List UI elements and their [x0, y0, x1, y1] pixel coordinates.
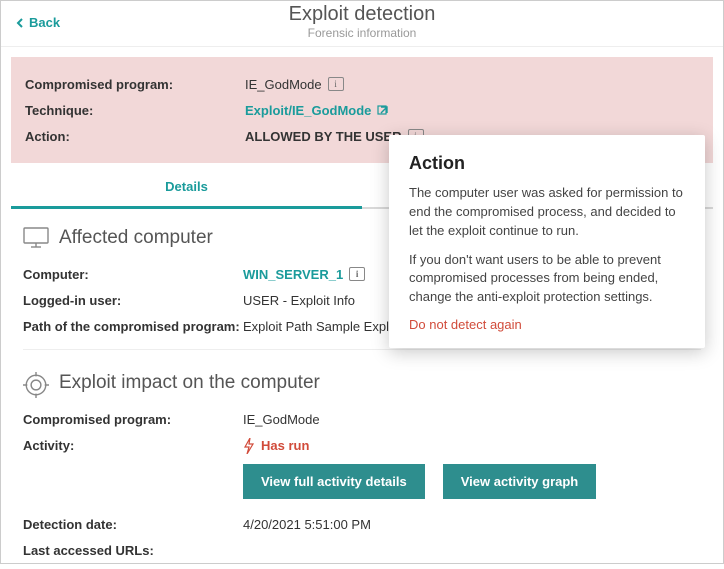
summary-action-value: ALLOWED BY THE USER — [245, 129, 402, 144]
impact-activity-value: Has run — [261, 438, 309, 453]
user-value: USER - Exploit Info — [243, 293, 355, 308]
detection-date-label: Detection date: — [23, 517, 243, 532]
summary-action-label: Action: — [25, 129, 245, 144]
tab-details[interactable]: Details — [11, 167, 362, 209]
impact-activity-label: Activity: — [23, 438, 243, 453]
section-title-affected: Affected computer — [59, 227, 213, 249]
page-header: Back Exploit detection Forensic informat… — [1, 1, 723, 47]
section-exploit-impact: Exploit impact on the computer Compromis… — [1, 354, 723, 569]
info-icon[interactable]: i — [349, 267, 365, 281]
summary-technique-link[interactable]: Exploit/IE_GodMode — [245, 103, 391, 118]
popover-title: Action — [409, 153, 685, 174]
info-icon[interactable]: i — [328, 77, 344, 91]
last-urls-label: Last accessed URLs: — [23, 543, 243, 558]
computer-link[interactable]: WIN_SERVER_1 i — [243, 267, 365, 282]
popover-paragraph-1: The computer user was asked for permissi… — [409, 184, 685, 241]
summary-technique-value: Exploit/IE_GodMode — [245, 103, 371, 118]
monitor-icon — [23, 227, 49, 249]
summary-compromised-value: IE_GodMode — [245, 77, 322, 92]
summary-compromised-label: Compromised program: — [25, 77, 245, 92]
back-button[interactable]: Back — [15, 15, 60, 30]
computer-value: WIN_SERVER_1 — [243, 267, 343, 282]
summary-technique-label: Technique: — [25, 103, 245, 118]
view-full-activity-button[interactable]: View full activity details — [243, 464, 425, 499]
action-popover: Action The computer user was asked for p… — [389, 135, 705, 348]
lightning-icon — [243, 438, 255, 452]
path-label: Path of the compromised program: — [23, 319, 243, 334]
external-link-icon — [377, 103, 391, 117]
computer-label: Computer: — [23, 267, 243, 282]
impact-compromised-value: IE_GodMode — [243, 412, 320, 427]
back-label: Back — [29, 15, 60, 30]
detection-date-value: 4/20/2021 5:51:00 PM — [243, 517, 371, 532]
target-icon — [23, 372, 49, 394]
user-label: Logged-in user: — [23, 293, 243, 308]
section-title-impact: Exploit impact on the computer — [59, 372, 320, 394]
page-title: Exploit detection — [1, 3, 723, 26]
page-subtitle: Forensic information — [1, 26, 723, 40]
chevron-left-icon — [15, 18, 25, 28]
do-not-detect-link[interactable]: Do not detect again — [409, 317, 685, 332]
view-activity-graph-button[interactable]: View activity graph — [443, 464, 597, 499]
popover-paragraph-2: If you don't want users to be able to pr… — [409, 251, 685, 308]
impact-compromised-label: Compromised program: — [23, 412, 243, 427]
section-divider — [23, 349, 701, 350]
